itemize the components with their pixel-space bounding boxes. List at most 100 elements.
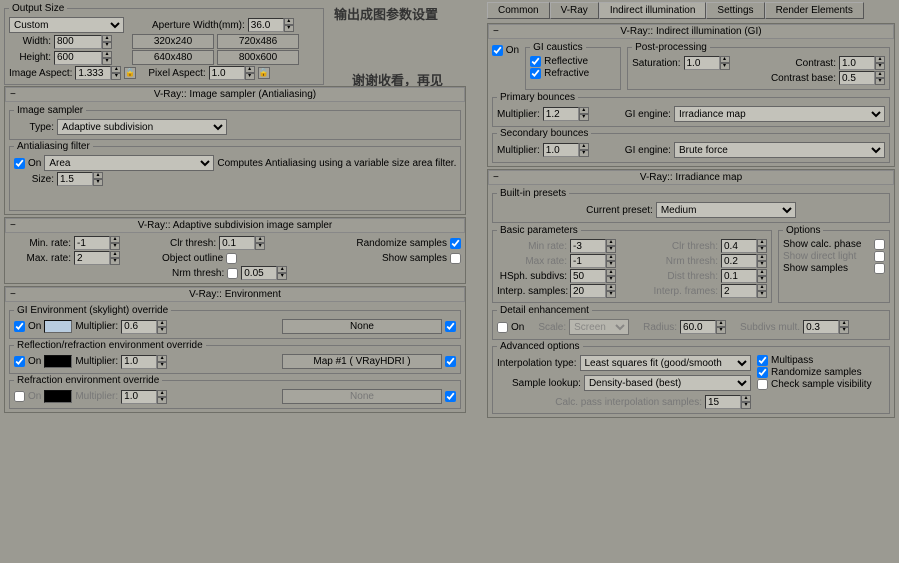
sec-engine-select[interactable]: Brute force [674, 142, 885, 158]
cont-input[interactable] [839, 56, 875, 70]
prim-mult-input[interactable] [543, 107, 579, 121]
refractive-checkbox[interactable] [530, 68, 541, 79]
checkvis-cb[interactable] [757, 379, 768, 390]
gi-map-checkbox[interactable] [445, 321, 456, 332]
sp[interactable]: ▴▾ [606, 269, 616, 283]
objoutline-checkbox[interactable] [226, 253, 237, 264]
sp[interactable]: ▴▾ [606, 239, 616, 253]
irr-iframes[interactable] [721, 284, 757, 298]
gi-map-button[interactable]: None [282, 319, 442, 334]
sp[interactable]: ▴▾ [757, 284, 767, 298]
preset-640x480[interactable]: 640x480 [132, 50, 214, 65]
irr-minrate[interactable] [570, 239, 606, 253]
nrmthresh-spinner[interactable]: ▴▾ [277, 266, 287, 280]
minrate-input[interactable] [74, 236, 110, 250]
tab-indirect[interactable]: Indirect illumination [599, 2, 707, 19]
refl-mult-spinner[interactable]: ▴▾ [157, 355, 167, 369]
showdirect-cb[interactable] [874, 251, 885, 262]
collapse-icon[interactable]: − [10, 289, 16, 300]
calcpass-input[interactable] [705, 395, 741, 409]
showphase-cb[interactable] [874, 239, 885, 250]
collapse-icon[interactable]: − [493, 172, 499, 183]
cbase-input[interactable] [839, 71, 875, 85]
gi-mult-spinner[interactable]: ▴▾ [157, 320, 167, 334]
sp[interactable]: ▴▾ [757, 254, 767, 268]
nrmthresh-checkbox[interactable] [227, 268, 238, 279]
aa-on-checkbox[interactable] [14, 158, 25, 169]
rand-checkbox[interactable] [450, 238, 461, 249]
prim-mult-spinner[interactable]: ▴▾ [579, 107, 589, 121]
minrate-spinner[interactable]: ▴▾ [110, 236, 120, 250]
submult-input[interactable] [803, 320, 839, 334]
height-input[interactable] [54, 51, 102, 65]
refl-on-checkbox[interactable] [14, 356, 25, 367]
radius-input[interactable] [680, 320, 716, 334]
reflective-checkbox[interactable] [530, 56, 541, 67]
tab-common[interactable]: Common [487, 2, 550, 19]
sec-mult-spinner[interactable]: ▴▾ [579, 143, 589, 157]
tab-vray[interactable]: V-Ray [550, 2, 599, 19]
refr-map-checkbox[interactable] [445, 391, 456, 402]
gi-on-checkbox[interactable] [492, 45, 503, 56]
multipass-cb[interactable] [757, 355, 768, 366]
randomize-cb[interactable] [757, 367, 768, 378]
clrthresh-spinner[interactable]: ▴▾ [255, 236, 265, 250]
aa-size-input[interactable] [57, 172, 93, 186]
refr-mult-spinner[interactable]: ▴▾ [157, 390, 167, 404]
aa-filter-select[interactable]: Area [44, 155, 214, 171]
preset-800x600[interactable]: 800x600 [217, 50, 299, 65]
irr-dist[interactable] [721, 269, 757, 283]
sp[interactable]: ▴▾ [716, 320, 726, 334]
refl-color-swatch[interactable] [44, 355, 72, 368]
scale-select[interactable]: Screen [569, 319, 629, 335]
refr-mult-input[interactable] [121, 390, 157, 404]
sp[interactable]: ▴▾ [839, 320, 849, 334]
gi-mult-input[interactable] [121, 320, 157, 334]
detail-on-cb[interactable] [497, 322, 508, 333]
nrmthresh-input[interactable] [241, 266, 277, 280]
showsamp-cb[interactable] [874, 263, 885, 274]
sat-spinner[interactable]: ▴▾ [720, 56, 730, 70]
sp[interactable]: ▴▾ [757, 269, 767, 283]
gi-on-checkbox[interactable] [14, 321, 25, 332]
interptype-select[interactable]: Least squares fit (good/smooth [580, 355, 752, 371]
preset-320x240[interactable]: 320x240 [132, 34, 214, 49]
size-mode-select[interactable]: Custom [9, 17, 124, 33]
aperture-spinner[interactable]: ▴▾ [284, 18, 294, 32]
sec-mult-input[interactable] [543, 143, 579, 157]
sp[interactable]: ▴▾ [741, 395, 751, 409]
maxrate-spinner[interactable]: ▴▾ [110, 251, 120, 265]
sp[interactable]: ▴▾ [606, 284, 616, 298]
collapse-icon[interactable]: − [10, 220, 16, 231]
tab-settings[interactable]: Settings [706, 2, 764, 19]
refr-color-swatch[interactable] [44, 390, 72, 403]
refl-map-checkbox[interactable] [445, 356, 456, 367]
aa-size-spinner[interactable]: ▴▾ [93, 172, 103, 186]
prim-engine-select[interactable]: Irradiance map [674, 106, 885, 122]
lock-icon-2[interactable]: 🔒 [258, 67, 270, 79]
tab-render-elements[interactable]: Render Elements [765, 2, 864, 19]
refr-on-checkbox[interactable] [14, 391, 25, 402]
irr-clr[interactable] [721, 239, 757, 253]
sp[interactable]: ▴▾ [757, 239, 767, 253]
cbase-spinner[interactable]: ▴▾ [875, 71, 885, 85]
irr-maxrate[interactable] [570, 254, 606, 268]
clrthresh-input[interactable] [219, 236, 255, 250]
img-aspect-spinner[interactable]: ▴▾ [111, 66, 121, 80]
aperture-input[interactable] [248, 18, 284, 32]
height-spinner[interactable]: ▴▾ [102, 51, 112, 65]
gi-color-swatch[interactable] [44, 320, 72, 333]
preset-720x486[interactable]: 720x486 [217, 34, 299, 49]
collapse-icon[interactable]: − [10, 89, 16, 100]
refl-map-button[interactable]: Map #1 ( VRayHDRI ) [282, 354, 442, 369]
irr-hsph[interactable] [570, 269, 606, 283]
sp[interactable]: ▴▾ [606, 254, 616, 268]
sat-input[interactable] [684, 56, 720, 70]
cont-spinner[interactable]: ▴▾ [875, 56, 885, 70]
collapse-icon[interactable]: − [493, 26, 499, 37]
irr-interp[interactable] [570, 284, 606, 298]
lookup-select[interactable]: Density-based (best) [584, 375, 751, 391]
pix-aspect-input[interactable] [209, 66, 245, 80]
refl-mult-input[interactable] [121, 355, 157, 369]
width-spinner[interactable]: ▴▾ [102, 35, 112, 49]
